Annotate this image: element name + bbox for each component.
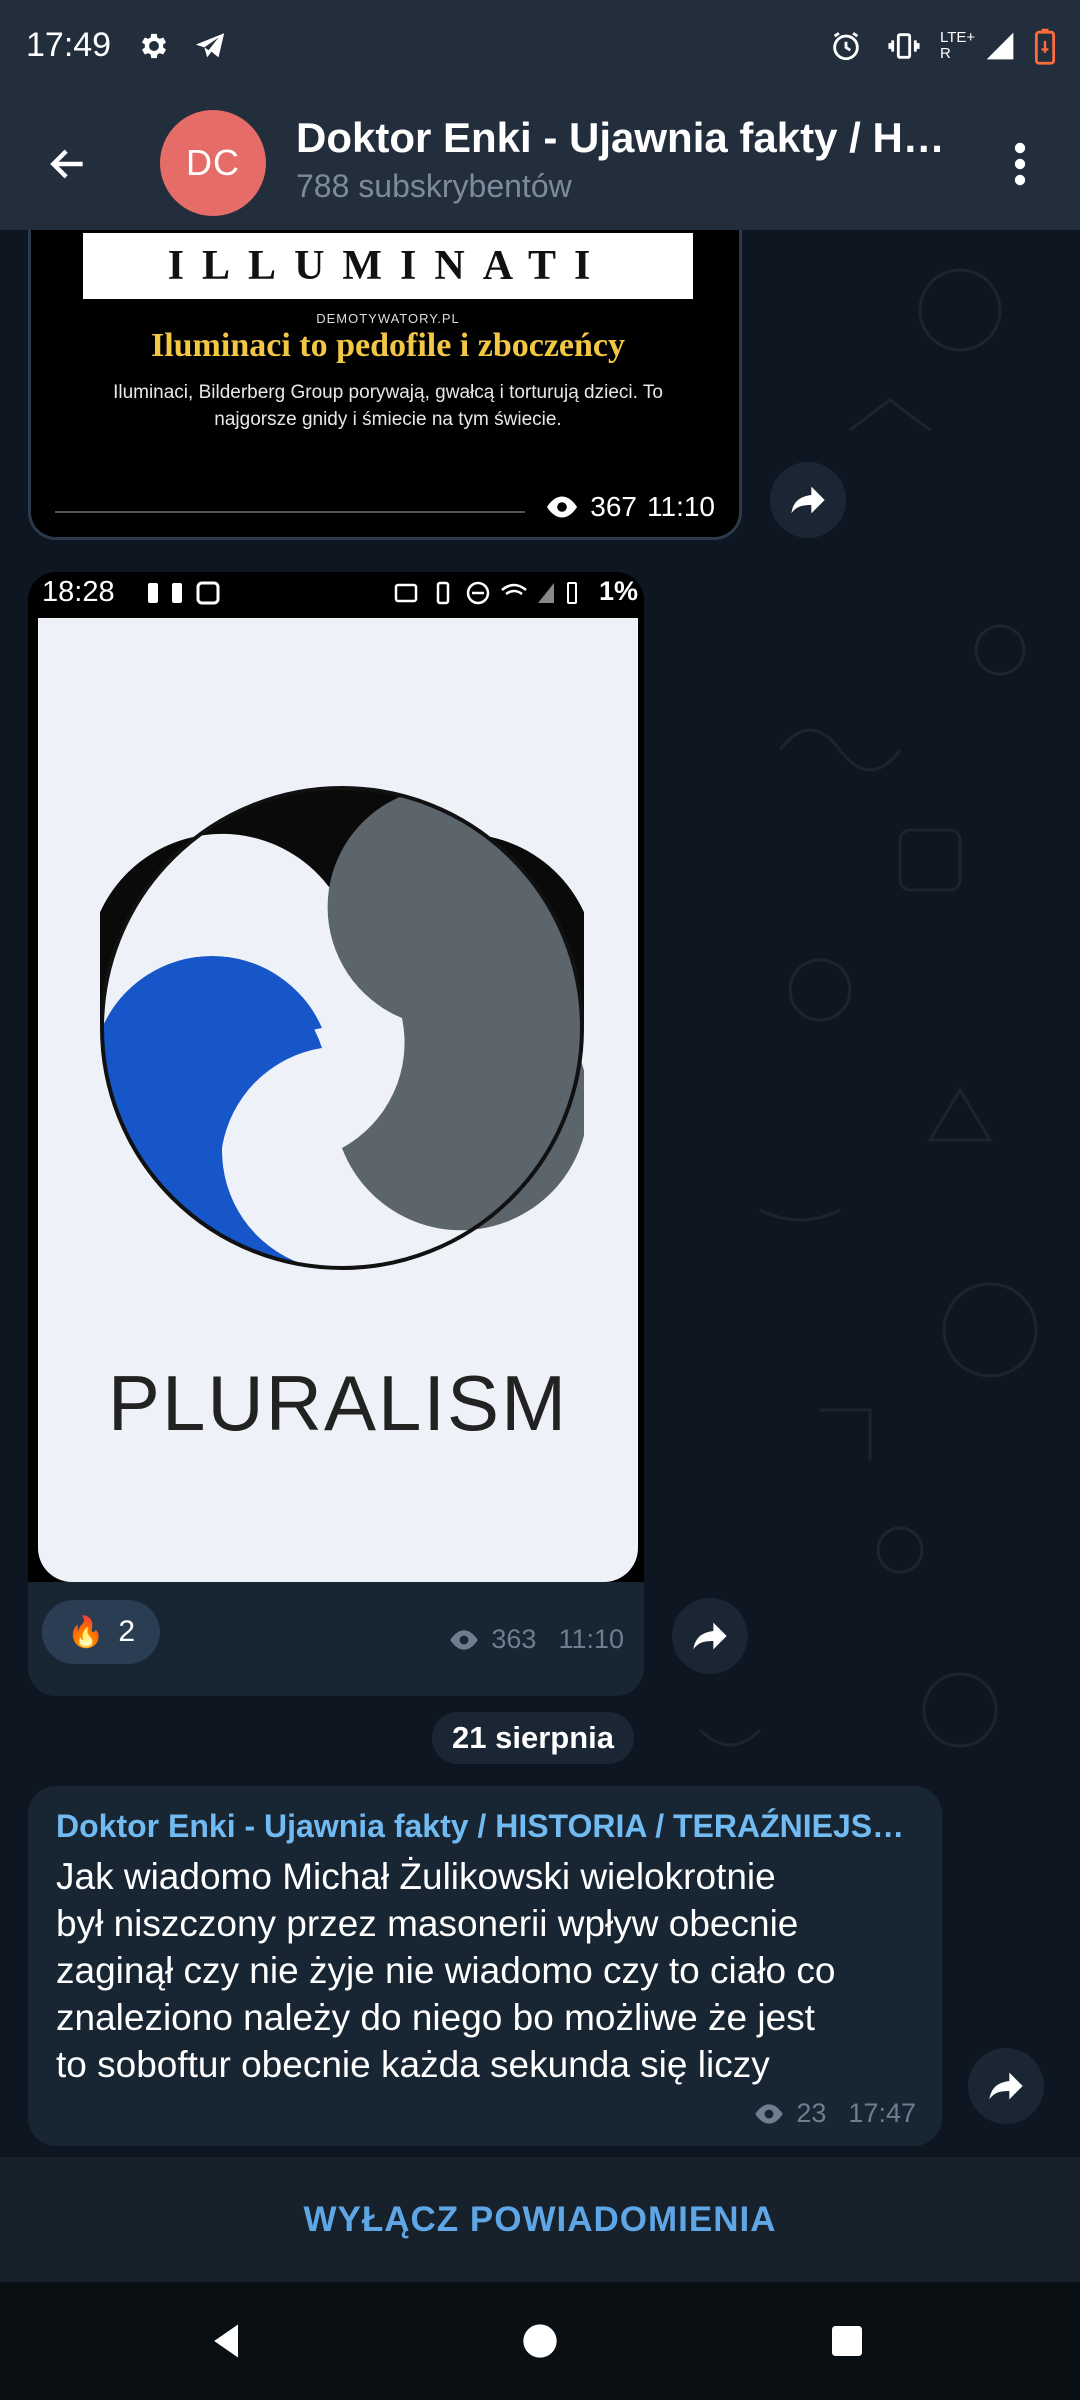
view-count: 367 (590, 491, 637, 522)
alarm-icon (826, 26, 866, 66)
image-source-text: DEMOTYWATORY.PL (316, 311, 460, 326)
message-time: 17:47 (848, 2098, 916, 2128)
channel-title[interactable]: Doktor Enki - Ujawnia fakty / HI… (296, 114, 956, 162)
message-text-line: to soboftur obecnie każda sekunda się li… (56, 2044, 770, 2085)
image-body-text: Iluminaci, Bilderberg Group porywają, gw… (71, 379, 705, 433)
screenshot-image[interactable]: 18:28 1% PLURALISM (28, 572, 644, 1582)
reaction-chip[interactable]: 🔥 2 (42, 1600, 160, 1664)
image-caption: Iluminaci to pedofile i zboczeńcy (150, 327, 626, 364)
message-meta: 363 11:10 (447, 1624, 624, 1655)
notification-icons (148, 581, 220, 605)
network-type: LTE+ R (940, 29, 976, 62)
views-eye-icon (755, 2103, 784, 2124)
signal-icon (982, 26, 1018, 66)
nav-recents-button[interactable] (810, 2304, 884, 2378)
nav-home-button[interactable] (503, 2304, 577, 2378)
more-vertical-icon (1014, 142, 1026, 186)
channel-subtitle: 788 subskrybentów (296, 168, 572, 204)
message-time: 11:10 (647, 491, 715, 522)
more-menu-button[interactable] (990, 126, 1050, 202)
date-separator: 21 sierpnia (432, 1712, 634, 1764)
chat-area[interactable]: ILLUMINATI DEMOTYWATORY.PL Iluminaci to … (0, 230, 1080, 2156)
message-text-line: Jak wiadomo Michał Żulikowski wielokrotn… (56, 1856, 776, 1897)
pluralism-image: PLURALISM (38, 618, 638, 1582)
message-author[interactable]: Doktor Enki - Ujawnia fakty / HISTORIA /… (56, 1808, 926, 1845)
video-progress-line (55, 511, 525, 513)
arrow-left-icon (50, 149, 83, 179)
image-banner-text: ILLUMINATI (83, 233, 693, 303)
mute-notifications-button[interactable]: WYŁĄCZ POWIADOMIENIA (303, 2200, 776, 2240)
avatar[interactable]: DC (160, 110, 266, 216)
share-arrow-icon (989, 2072, 1023, 2100)
message-time: 11:10 (558, 1624, 624, 1654)
fire-emoji-icon: 🔥 (66, 1615, 105, 1649)
image-body-line: najgorsze gnidy i śmiecie na tym świecie… (214, 409, 562, 430)
share-arrow-icon (693, 1622, 727, 1650)
message-image-post[interactable]: 18:28 1% PLURALISM 🔥 2 363 11:10 (28, 572, 644, 1696)
views-eye-icon (450, 1629, 479, 1650)
view-count: 23 (796, 2098, 827, 2128)
share-arrow-icon (791, 486, 825, 514)
vibrate-icon (884, 26, 924, 66)
share-button[interactable] (968, 2048, 1044, 2124)
screenshot-system-icons (394, 581, 577, 605)
screenshot-battery: 1% (598, 576, 638, 606)
message-image-post[interactable]: ILLUMINATI DEMOTYWATORY.PL Iluminaci to … (28, 230, 742, 540)
status-bar: 17:49 LTE+ R (0, 0, 1080, 96)
image-body-line: Iluminaci, Bilderberg Group porywają, gw… (113, 382, 663, 403)
message-text-post[interactable]: Doktor Enki - Ujawnia fakty / HISTORIA /… (28, 1786, 942, 2146)
message-meta: 23 17:47 (752, 2098, 916, 2129)
square-recents-icon (832, 2326, 862, 2356)
view-count: 363 (491, 1624, 537, 1654)
share-button[interactable] (672, 1598, 748, 1674)
circle-home-icon (523, 2324, 557, 2358)
battery-low-icon (1030, 26, 1060, 66)
screenshot-status-bar: 18:28 1% (28, 572, 644, 612)
triangle-back-icon (214, 2324, 238, 2358)
back-button[interactable] (30, 126, 106, 202)
message-text-line: zaginął czy nie żyje nie wiadomo czy to … (56, 1950, 836, 1991)
pluralism-symbol (100, 786, 584, 1270)
pluralism-label: PLURALISM (107, 1359, 569, 1447)
chat-header: DC Doktor Enki - Ujawnia fakty / HI… 788… (0, 96, 1080, 230)
message-text-line: znaleziono należy do niego bo możliwe że… (56, 1997, 815, 2038)
settings-icon (134, 26, 174, 66)
telegram-icon (190, 26, 230, 66)
screenshot-time: 18:28 (42, 576, 115, 608)
message-meta: 367 11:10 (544, 491, 715, 523)
message-text-line: był niszczony przez masonerii wpływ obec… (56, 1903, 799, 1944)
nav-back-button[interactable] (190, 2304, 264, 2378)
share-button[interactable] (770, 462, 846, 538)
views-eye-icon (547, 496, 578, 518)
reaction-count: 2 (118, 1615, 136, 1648)
mute-bar: WYŁĄCZ POWIADOMIENIA (0, 2156, 1080, 2282)
status-time: 17:49 (26, 26, 112, 64)
system-nav-bar (0, 2282, 1080, 2400)
